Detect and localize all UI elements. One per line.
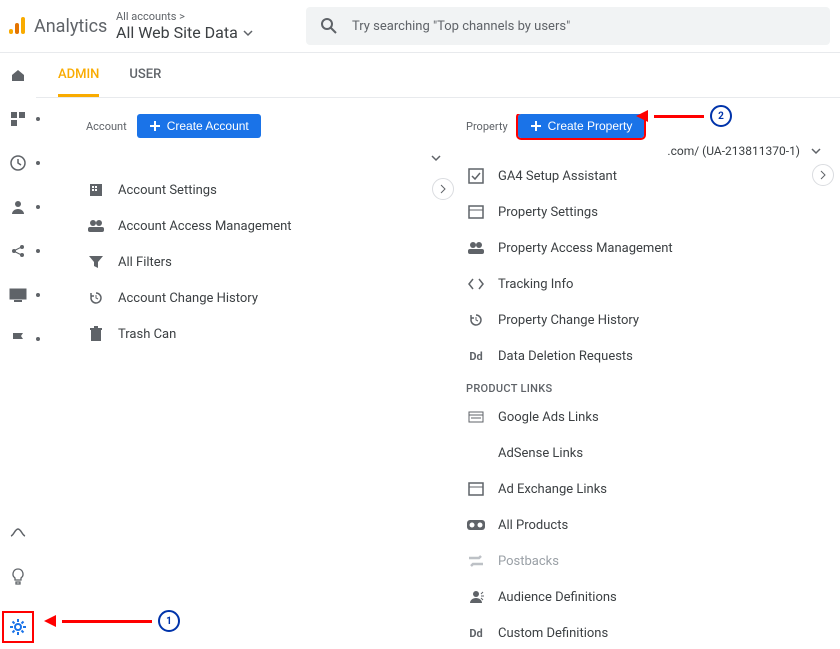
panel-icon xyxy=(466,205,486,219)
audience-nav[interactable] xyxy=(8,197,28,217)
conversions-nav[interactable] xyxy=(8,329,28,349)
acquisition-nav[interactable] xyxy=(8,241,28,261)
history-icon xyxy=(86,290,106,306)
custom-definitions[interactable]: DdCustom Definitions xyxy=(466,615,836,649)
gear-icon xyxy=(8,617,28,637)
account-dropdown[interactable] xyxy=(86,144,442,172)
expand-icon[interactable] xyxy=(812,164,834,186)
google-ads-links[interactable]: Google Ads Links xyxy=(466,399,836,435)
expand-icon[interactable] xyxy=(432,178,454,200)
behavior-nav[interactable] xyxy=(8,285,28,305)
trash-can[interactable]: Trash Can xyxy=(86,316,456,352)
all-products[interactable]: All Products xyxy=(466,507,836,543)
clock-icon xyxy=(8,153,28,173)
plus-icon xyxy=(149,120,161,132)
property-dropdown[interactable]: .com/ (UA-213811370-1) xyxy=(466,144,822,158)
view-name: All Web Site Data xyxy=(116,23,306,42)
chevron-down-icon xyxy=(242,27,254,39)
ad-exchange-links[interactable]: Ad Exchange Links xyxy=(466,471,836,507)
code-icon xyxy=(466,278,486,290)
breadcrumb-top: All accounts > xyxy=(116,10,306,23)
lightbulb-icon xyxy=(8,567,28,587)
account-items: Account Settings Account Access Manageme… xyxy=(86,172,456,352)
attribution-icon xyxy=(8,523,28,543)
data-deletion-requests[interactable]: DdData Deletion Requests xyxy=(466,338,836,374)
flag-icon xyxy=(8,329,28,349)
screens-icon xyxy=(8,285,28,305)
share-icon xyxy=(8,241,28,261)
attribution-nav[interactable] xyxy=(8,523,28,543)
ga4-setup-assistant[interactable]: GA4 Setup Assistant xyxy=(466,158,836,194)
account-label: Account xyxy=(86,120,127,133)
chevron-down-icon xyxy=(430,152,442,164)
tab-user[interactable]: USER xyxy=(129,67,161,97)
trash-icon xyxy=(86,326,106,342)
audience-icon xyxy=(466,590,486,604)
dashboards-nav[interactable] xyxy=(8,109,28,129)
home-nav[interactable] xyxy=(8,65,28,85)
people-icon xyxy=(86,219,106,233)
analytics-logo-icon xyxy=(6,15,28,37)
panel-icon xyxy=(466,482,486,496)
home-icon xyxy=(8,65,28,85)
logo: Analytics xyxy=(6,15,116,37)
property-change-history[interactable]: Property Change History xyxy=(466,302,836,338)
app-name: Analytics xyxy=(34,16,107,37)
account-access-management[interactable]: Account Access Management xyxy=(86,208,456,244)
people-icon xyxy=(466,241,486,255)
audience-definitions[interactable]: Audience Definitions xyxy=(466,579,836,615)
chevron-down-icon xyxy=(810,145,822,157)
account-settings[interactable]: Account Settings xyxy=(86,172,456,208)
grid-icon xyxy=(8,109,28,129)
app-header: Analytics All accounts > All Web Site Da… xyxy=(0,0,840,53)
building-icon xyxy=(86,182,106,198)
property-settings[interactable]: Property Settings xyxy=(466,194,836,230)
account-change-history[interactable]: Account Change History xyxy=(86,280,456,316)
property-column: Property Create Property .com/ (UA-21381… xyxy=(466,114,836,649)
side-rail xyxy=(0,53,36,649)
dd-icon: Dd xyxy=(466,627,486,640)
tracking-info[interactable]: Tracking Info xyxy=(466,266,836,302)
postbacks[interactable]: Postbacks xyxy=(466,543,836,579)
postbacks-icon xyxy=(466,555,486,567)
dd-icon: Dd xyxy=(466,350,486,363)
discover-nav[interactable] xyxy=(8,567,28,587)
property-label: Property xyxy=(466,120,508,133)
realtime-nav[interactable] xyxy=(8,153,28,173)
product-links-title: PRODUCT LINKS xyxy=(466,382,836,395)
history-icon xyxy=(466,312,486,328)
account-column: Account Create Account Account Settings … xyxy=(86,114,456,649)
ads-icon xyxy=(466,411,486,423)
tab-admin[interactable]: ADMIN xyxy=(58,67,99,97)
filter-icon xyxy=(86,255,106,269)
admin-tabs: ADMIN USER xyxy=(36,67,840,98)
checkbox-icon xyxy=(466,168,486,184)
plus-icon xyxy=(530,120,542,132)
breadcrumb[interactable]: All accounts > All Web Site Data xyxy=(116,10,306,42)
property-access-management[interactable]: Property Access Management xyxy=(466,230,836,266)
search-icon xyxy=(320,17,338,35)
infinity-icon xyxy=(466,519,486,531)
all-filters[interactable]: All Filters xyxy=(86,244,456,280)
create-account-button[interactable]: Create Account xyxy=(137,114,261,138)
search-placeholder: Try searching "Top channels by users" xyxy=(352,19,570,34)
create-property-button[interactable]: Create Property xyxy=(518,114,645,138)
search-input[interactable]: Try searching "Top channels by users" xyxy=(306,7,830,45)
property-items: GA4 Setup Assistant Property Settings Pr… xyxy=(466,158,836,649)
adsense-links[interactable]: AdSense Links xyxy=(466,435,836,471)
person-icon xyxy=(8,197,28,217)
admin-nav[interactable] xyxy=(2,611,34,643)
